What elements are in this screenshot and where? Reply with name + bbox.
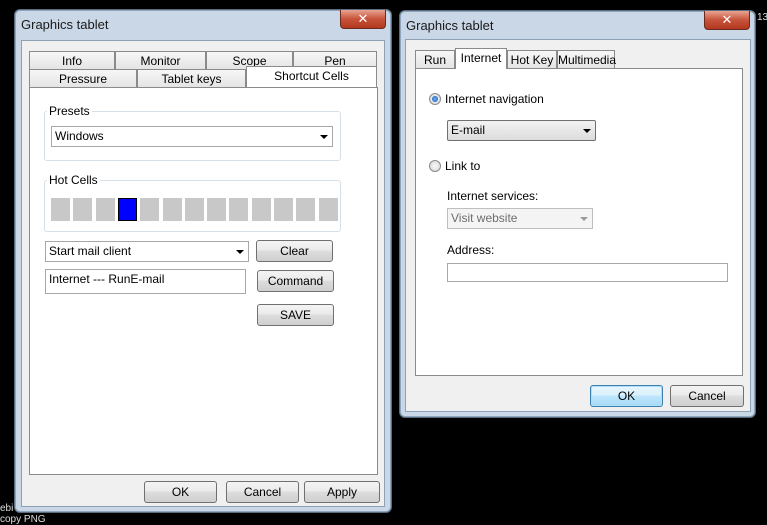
internet-navigation-label: Internet navigation (445, 92, 544, 106)
hot-cell[interactable] (162, 198, 182, 221)
title-bar[interactable]: Graphics tablet (15, 10, 391, 36)
clear-button[interactable]: Clear (256, 240, 333, 262)
internet-services-label: Internet services: (447, 189, 539, 203)
address-input[interactable] (447, 263, 728, 282)
ok-button[interactable]: OK (590, 385, 663, 407)
cancel-button[interactable]: Cancel (670, 385, 744, 407)
hot-cell[interactable] (251, 198, 271, 221)
tab-monitor[interactable]: Monitor (115, 51, 206, 70)
hot-cell[interactable] (229, 198, 249, 221)
presets-select[interactable]: Windows (51, 126, 333, 147)
tab-pressure[interactable]: Pressure (29, 69, 137, 88)
tab-internet[interactable]: Internet (455, 48, 507, 69)
hot-cell[interactable] (73, 198, 93, 221)
tab-multimedia[interactable]: Multimedia (557, 50, 616, 69)
command-button[interactable]: Command (257, 270, 334, 292)
chevron-down-icon (583, 129, 591, 133)
address-label: Address: (447, 243, 495, 257)
background-corner-text: 13 (757, 12, 767, 23)
tab-panel: Presets Windows Hot Cells Start mail cli… (29, 87, 378, 475)
internet-services-value: Visit website (451, 211, 518, 225)
background-text-2: copy PNG (0, 514, 46, 525)
hot-cell-active[interactable] (117, 198, 137, 221)
internet-services-select[interactable]: Visit website (447, 208, 593, 229)
link-to-radio[interactable] (429, 160, 441, 172)
tab-info[interactable]: Info (29, 51, 115, 70)
chevron-down-icon (236, 250, 244, 254)
hot-cell[interactable] (274, 198, 293, 221)
presets-value: Windows (55, 129, 104, 143)
internet-navigation-radio[interactable] (429, 93, 441, 105)
cancel-button[interactable]: Cancel (226, 481, 299, 503)
tab-shortcut-cells[interactable]: Shortcut Cells (246, 66, 377, 87)
hot-cell[interactable] (51, 198, 70, 221)
left-dialog: Graphics tablet ✕ Info Monitor Scope Pen… (14, 9, 392, 513)
tab-hot-key[interactable]: Hot Key (507, 50, 557, 69)
chevron-down-icon (580, 217, 588, 221)
close-button[interactable]: ✕ (340, 10, 386, 29)
dialog-client: Info Monitor Scope Pen Pressure Tablet k… (21, 40, 385, 507)
right-dialog: Graphics tablet ✕ Run Internet Hot Key M… (399, 10, 756, 418)
hot-cell[interactable] (95, 198, 115, 221)
tab-tablet-keys[interactable]: Tablet keys (137, 69, 246, 88)
hot-cell[interactable] (318, 198, 338, 221)
chevron-down-icon (320, 135, 328, 139)
action-select[interactable]: Start mail client (45, 241, 249, 262)
window-title: Graphics tablet (406, 18, 494, 33)
save-button[interactable]: SAVE (257, 304, 334, 326)
hot-cell[interactable] (184, 198, 204, 221)
tab-panel: Internet navigation E-mail Link to Inter… (415, 68, 743, 376)
action-textbox[interactable]: Internet --- RunE-mail (45, 269, 246, 294)
close-button[interactable]: ✕ (704, 11, 750, 30)
link-to-label: Link to (445, 159, 481, 173)
window-title: Graphics tablet (21, 17, 109, 32)
background-text: ebi (0, 503, 14, 514)
hot-cells-label: Hot Cells (47, 173, 100, 187)
ok-button[interactable]: OK (144, 481, 217, 503)
title-bar[interactable]: Graphics tablet (400, 11, 755, 37)
hot-cell[interactable] (207, 198, 227, 221)
hot-cell[interactable] (140, 198, 160, 221)
action-select-value: Start mail client (49, 244, 132, 258)
apply-button[interactable]: Apply (304, 481, 380, 503)
dialog-client: Run Internet Hot Key Multimedia Internet… (405, 39, 751, 412)
navigation-select-value: E-mail (451, 123, 486, 137)
tab-run[interactable]: Run (415, 50, 455, 69)
navigation-select[interactable]: E-mail (447, 120, 596, 141)
hot-cell[interactable] (296, 198, 316, 221)
presets-label: Presets (47, 104, 92, 118)
